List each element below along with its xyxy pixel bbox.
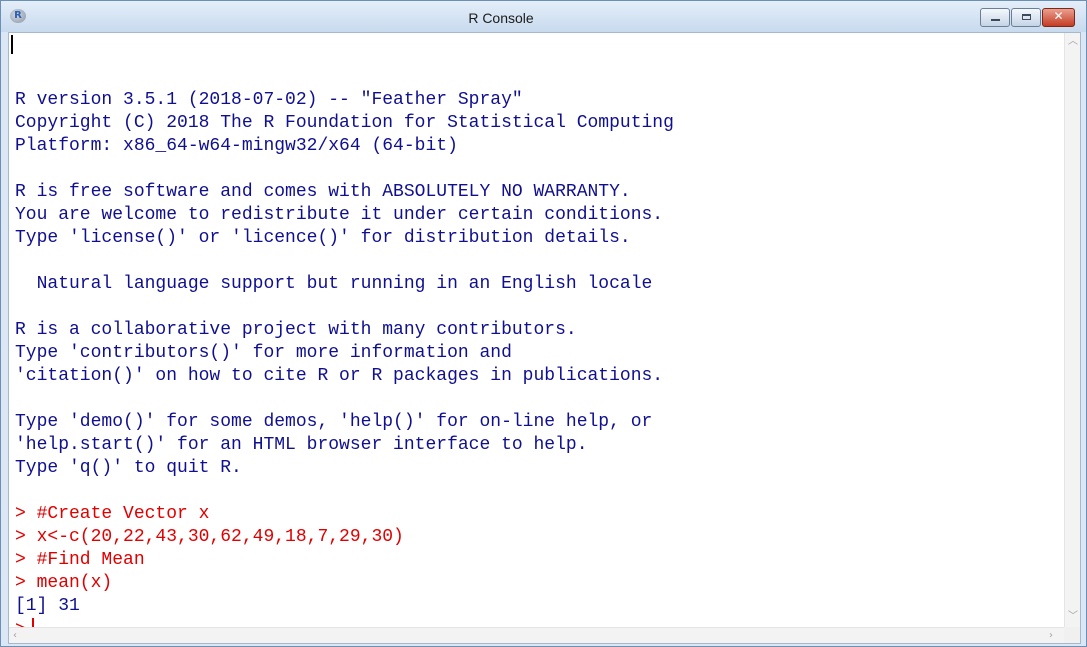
minimize-icon (991, 19, 1000, 21)
console-output-line: Platform: x86_64-w64-mingw32/x64 (64-bit… (15, 136, 458, 156)
window-title: R Console (468, 10, 534, 26)
vertical-scrollbar[interactable]: ︿ ﹀ (1064, 33, 1080, 627)
console-output-line: You are welcome to redistribute it under… (15, 205, 664, 225)
console-command-line: > #Find Mean (15, 550, 145, 570)
maximize-icon (1022, 14, 1031, 20)
scroll-right-arrow-icon[interactable]: › (1049, 630, 1053, 642)
console-output-line: R version 3.5.1 (2018-07-02) -- "Feather… (15, 90, 523, 110)
console-output-line: Type 'license()' or 'licence()' for dist… (15, 228, 631, 248)
console-output-line: [1] 31 (15, 596, 80, 616)
console-output-line: R is a collaborative project with many c… (15, 320, 577, 340)
console-output-line: Type 'demo()' for some demos, 'help()' f… (15, 412, 653, 432)
console-output-area[interactable]: R version 3.5.1 (2018-07-02) -- "Feather… (8, 32, 1081, 644)
maximize-button[interactable] (1011, 8, 1041, 27)
minimize-button[interactable] (980, 8, 1010, 27)
console-output-line: 'help.start()' for an HTML browser inter… (15, 435, 588, 455)
horizontal-scrollbar[interactable]: ‹ › (9, 627, 1064, 643)
close-button[interactable]: ✕ (1042, 8, 1075, 27)
console-command-line: > mean(x) (15, 573, 113, 593)
console-output-line: Type 'contributors()' for more informati… (15, 343, 512, 363)
console-output-line: Type 'q()' to quit R. (15, 458, 242, 478)
console-output-line: R is free software and comes with ABSOLU… (15, 182, 631, 202)
scrollbar-corner (1064, 627, 1080, 643)
console-output-line: 'citation()' on how to cite R or R packa… (15, 366, 664, 386)
scroll-up-arrow-icon[interactable]: ︿ (1068, 36, 1078, 48)
close-icon: ✕ (1053, 9, 1064, 23)
console-output-line: Copyright (C) 2018 The R Foundation for … (15, 113, 674, 133)
title-bar[interactable]: R R Console ✕ (1, 1, 1086, 32)
console-lines: R version 3.5.1 (2018-07-02) -- "Feather… (15, 66, 674, 641)
scroll-left-arrow-icon[interactable]: ‹ (13, 630, 17, 642)
r-console-window: R R Console ✕ R version 3.5.1 (2018-07-0… (0, 0, 1087, 647)
scroll-down-arrow-icon[interactable]: ﹀ (1068, 611, 1078, 623)
text-cursor (11, 35, 13, 54)
console-command-line: > x<-c(20,22,43,30,62,49,18,7,29,30) (15, 527, 404, 547)
console-command-line: > #Create Vector x (15, 504, 210, 524)
console-output-line: Natural language support but running in … (15, 274, 653, 294)
